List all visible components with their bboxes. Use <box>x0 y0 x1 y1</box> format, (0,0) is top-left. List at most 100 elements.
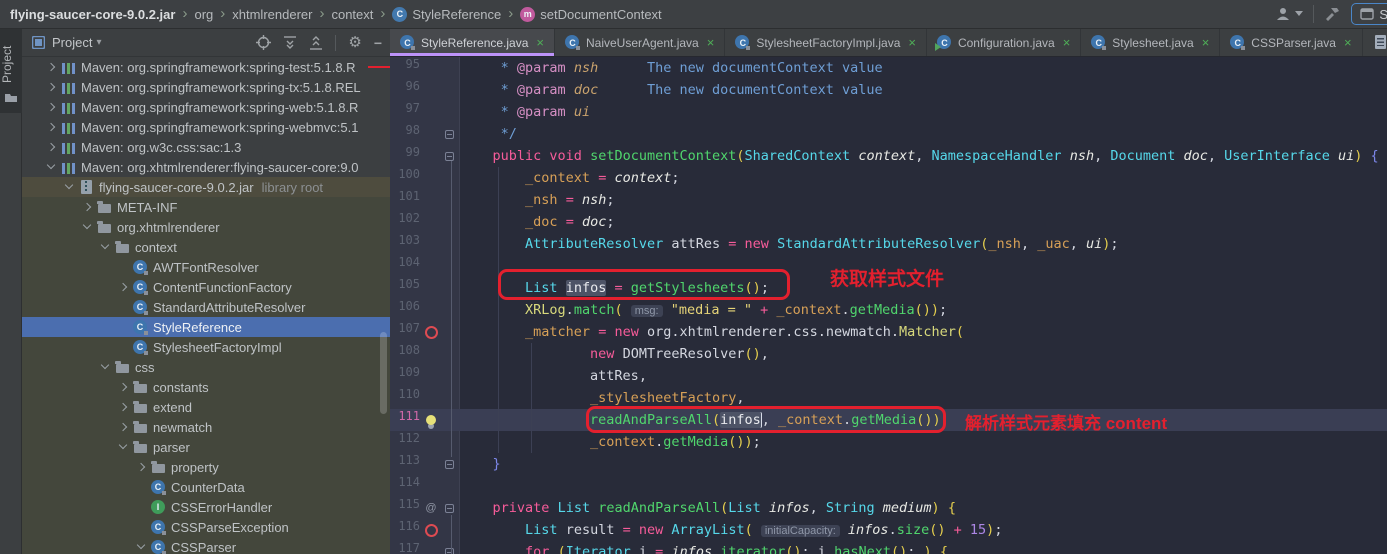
chevron-down-icon[interactable] <box>116 439 132 455</box>
tree-item[interactable]: CStyleReference <box>22 317 390 337</box>
chevron-right-icon[interactable] <box>44 59 60 75</box>
breadcrumb-item[interactable]: flying-saucer-core-9.0.2.jar <box>10 7 175 22</box>
code-line[interactable]: 109 attRes, <box>390 365 1387 387</box>
chevron-down-icon[interactable] <box>80 219 96 235</box>
tree-item[interactable]: CStylesheetFactoryImpl <box>22 337 390 357</box>
editor-tab[interactable]: CStylesheetFactoryImpl.java× <box>725 29 927 56</box>
code-line[interactable]: 116 List result = new ArrayList( initial… <box>390 519 1387 541</box>
editor-tab[interactable]: CConfiguration.java× <box>927 29 1081 56</box>
code-editor[interactable]: 95 * @param nsh The new documentContext … <box>390 57 1387 554</box>
tree-item[interactable]: CCounterData <box>22 477 390 497</box>
tree-item[interactable]: Maven: org.springframework:spring-tx:5.1… <box>22 77 390 97</box>
chevron-down-icon[interactable] <box>98 239 114 255</box>
breadcrumb-item[interactable]: CStyleReference <box>392 7 501 22</box>
fold-down-icon[interactable] <box>445 152 454 161</box>
code-line[interactable]: 113 } <box>390 453 1387 475</box>
fold-up-icon[interactable] <box>445 460 454 469</box>
close-tab-icon[interactable]: × <box>536 36 544 49</box>
tree-item[interactable]: constants <box>22 377 390 397</box>
locate-icon[interactable] <box>256 35 271 50</box>
editor-tab[interactable]: CNaiveUserAgent.java× <box>555 29 725 56</box>
editor-tab[interactable]: CCSSParser.java× <box>1220 29 1362 56</box>
fold-down-icon[interactable] <box>445 548 454 554</box>
tree-item[interactable]: property <box>22 457 390 477</box>
code-line[interactable]: 117 for (Iterator i = infos.iterator(); … <box>390 541 1387 554</box>
tree-scrollbar-thumb[interactable] <box>380 332 387 414</box>
build-hammer-icon[interactable] <box>1324 6 1341 22</box>
breadcrumb-item[interactable]: org <box>194 7 213 22</box>
editor-tab[interactable]: CStyleReference.java× <box>390 29 555 56</box>
settings-gear-icon[interactable]: ⚙ <box>348 35 361 50</box>
breadcrumb-item[interactable]: xhtmlrenderer <box>232 7 312 22</box>
tree-item[interactable]: css <box>22 357 390 377</box>
collapse-all-icon[interactable] <box>309 36 323 50</box>
chevron-right-icon[interactable] <box>44 99 60 115</box>
code-line[interactable]: 98 */ <box>390 123 1387 145</box>
chevron-down-icon[interactable] <box>98 359 114 375</box>
chevron-right-icon[interactable] <box>134 459 150 475</box>
fold-down-icon[interactable] <box>445 504 454 513</box>
breadcrumb-item[interactable]: msetDocumentContext <box>520 7 661 22</box>
code-line[interactable]: 103 AttributeResolver attRes = new Stand… <box>390 233 1387 255</box>
code-line[interactable]: 99 public void setDocumentContext(Shared… <box>390 145 1387 167</box>
chevron-right-icon[interactable] <box>116 379 132 395</box>
tree-item[interactable]: ICSSErrorHandler <box>22 497 390 517</box>
tree-item[interactable]: extend <box>22 397 390 417</box>
code-line[interactable]: 100 _context = context; <box>390 167 1387 189</box>
tree-item[interactable]: flying-saucer-core-9.0.2.jarlibrary root <box>22 177 390 197</box>
code-line[interactable]: 108 new DOMTreeResolver(), <box>390 343 1387 365</box>
code-line[interactable]: 114 <box>390 475 1387 497</box>
close-tab-icon[interactable]: × <box>1202 36 1210 49</box>
hide-panel-icon[interactable]: − <box>374 35 382 51</box>
code-line[interactable]: 96 * @param doc The new documentContext … <box>390 79 1387 101</box>
code-line[interactable]: 107 _matcher = new org.xhtmlrenderer.css… <box>390 321 1387 343</box>
chevron-right-icon[interactable] <box>116 399 132 415</box>
tree-item[interactable]: parser <box>22 437 390 457</box>
project-tool-button[interactable]: Project <box>0 29 22 113</box>
code-line[interactable]: 115@ private List readAndParseAll(List i… <box>390 497 1387 519</box>
editor-tab[interactable]: xhtmlrendere <box>1363 29 1387 56</box>
user-icon[interactable] <box>1275 6 1303 22</box>
breakpoint-ring-icon[interactable] <box>420 519 442 541</box>
project-panel-title[interactable]: Project <box>52 35 92 50</box>
close-tab-icon[interactable]: × <box>707 36 715 49</box>
tree-item[interactable]: CContentFunctionFactory <box>22 277 390 297</box>
code-line[interactable]: 106 XRLog.match( msg: "media = " + _cont… <box>390 299 1387 321</box>
close-tab-icon[interactable]: × <box>908 36 916 49</box>
tree-item[interactable]: newmatch <box>22 417 390 437</box>
editor-tab[interactable]: CStylesheet.java× <box>1081 29 1220 56</box>
tree-item[interactable]: context <box>22 237 390 257</box>
tree-item[interactable]: CAWTFontResolver <box>22 257 390 277</box>
chevron-down-icon[interactable]: ▾ <box>96 37 101 48</box>
code-line[interactable]: 102 _doc = doc; <box>390 211 1387 233</box>
chevron-right-icon[interactable] <box>80 199 96 215</box>
chevron-down-icon[interactable] <box>62 179 78 195</box>
chevron-right-icon[interactable] <box>44 139 60 155</box>
chevron-down-icon[interactable] <box>44 159 60 175</box>
tree-item[interactable]: CStandardAttributeResolver <box>22 297 390 317</box>
breadcrumb-item[interactable]: context <box>331 7 373 22</box>
close-tab-icon[interactable]: × <box>1063 36 1071 49</box>
tree-item[interactable]: Maven: org.springframework:spring-webmvc… <box>22 117 390 137</box>
intention-bulb-icon[interactable] <box>420 409 442 431</box>
code-line[interactable]: 112 _context.getMedia()); <box>390 431 1387 453</box>
chevron-down-icon[interactable] <box>134 539 150 554</box>
run-configuration-widget[interactable]: S <box>1351 3 1387 25</box>
code-line[interactable]: 101 _nsh = nsh; <box>390 189 1387 211</box>
fold-up-icon[interactable] <box>445 130 454 139</box>
code-line[interactable]: 95 * @param nsh The new documentContext … <box>390 57 1387 79</box>
tree-item[interactable]: Maven: org.springframework:spring-test:5… <box>22 57 390 77</box>
code-line[interactable]: 97 * @param ui <box>390 101 1387 123</box>
chevron-right-icon[interactable] <box>116 419 132 435</box>
close-tab-icon[interactable]: × <box>1344 36 1352 49</box>
chevron-right-icon[interactable] <box>44 119 60 135</box>
annotation-at-icon[interactable]: @ <box>420 497 442 519</box>
tree-item[interactable]: CCSSParseException <box>22 517 390 537</box>
tree-item[interactable]: META-INF <box>22 197 390 217</box>
tree-item[interactable]: Maven: org.w3c.css:sac:1.3 <box>22 137 390 157</box>
breakpoint-ring-icon[interactable] <box>420 321 442 343</box>
expand-all-icon[interactable] <box>283 36 297 50</box>
tree-item[interactable]: CCSSParser <box>22 537 390 554</box>
chevron-right-icon[interactable] <box>44 79 60 95</box>
tree-item[interactable]: Maven: org.springframework:spring-web:5.… <box>22 97 390 117</box>
